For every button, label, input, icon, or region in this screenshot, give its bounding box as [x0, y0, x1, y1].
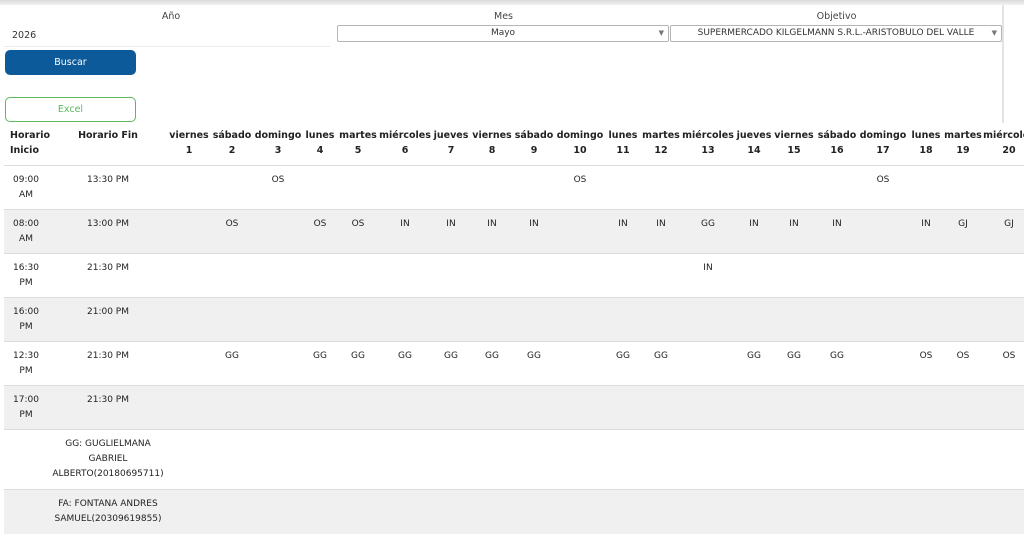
shift-cell: IN: [789, 219, 799, 229]
shift-cell: IN: [400, 219, 410, 229]
shift-cell: OS: [313, 219, 327, 229]
shift-cell: IN: [832, 219, 842, 229]
end-time-cell: 21:30 PM: [87, 263, 129, 273]
legend-line: FA: FONTANA ANDRES: [58, 499, 158, 509]
shift-cell: IN: [487, 219, 497, 229]
start-time-value: 12:30: [13, 351, 39, 361]
start-time-period: PM: [19, 278, 33, 288]
year-input[interactable]: [4, 25, 330, 47]
shift-cell: GG: [830, 351, 844, 361]
start-time-value: 08:00: [13, 219, 39, 229]
start-time-period: PM: [19, 366, 33, 376]
table-row: 17:00 PM 21:30 PM: [4, 385, 1024, 429]
shift-cell: GG: [527, 351, 541, 361]
shift-cell: GG: [787, 351, 801, 361]
table-body: 09:00 AM 13:30 PM OS OS OS 08:00 AM 13:00 PM OS OS…: [4, 165, 1024, 534]
legend-row: GG: GUGLIELMANA GABRIEL ALBERTO(2018069571…: [4, 429, 1024, 489]
end-time-cell: 13:00 PM: [87, 219, 129, 229]
shift-cell: GG: [225, 351, 239, 361]
start-time-cell: 08:00 AM: [8, 217, 44, 247]
legend-line: GG: GUGLIELMANA: [65, 439, 151, 449]
shift-cell: GG: [351, 351, 365, 361]
shift-cell: GG: [313, 351, 327, 361]
start-time-value: 16:00: [13, 307, 39, 317]
start-time-cell: 09:00 AM: [8, 173, 44, 203]
end-time-cell: 21:30 PM: [87, 395, 129, 405]
excel-button[interactable]: Excel: [5, 97, 136, 122]
start-time-value: 17:00: [13, 395, 39, 405]
shift-cell: OS: [271, 175, 285, 185]
buscar-button[interactable]: Buscar: [5, 50, 136, 75]
legend-entry: FA: FONTANA ANDRES SAMUEL(20309619855): [52, 497, 164, 527]
table-row: 09:00 AM 13:30 PM OS OS OS: [4, 165, 1024, 209]
objective-select[interactable]: SUPERMERCADO KILGELMANN S.R.L.-ARISTOBUL…: [670, 25, 1002, 42]
shift-cell: OS: [876, 175, 890, 185]
start-time-cell: 12:30 PM: [8, 349, 44, 379]
shift-cell: GG: [654, 351, 668, 361]
top-shadow: [0, 0, 1024, 5]
shift-cell: GG: [701, 219, 715, 229]
legend-line: GABRIEL: [88, 454, 128, 464]
shift-cell: IN: [618, 219, 628, 229]
shift-cell: GG: [747, 351, 761, 361]
header-end-time: Horario Fin: [78, 130, 138, 141]
legend-entry: GG: GUGLIELMANA GABRIEL ALBERTO(2018069571…: [52, 437, 164, 482]
start-time-period: PM: [19, 410, 33, 420]
legend-row: FA: FONTANA ANDRES SAMUEL(20309619855): [4, 489, 1024, 534]
shift-cell: OS: [573, 175, 587, 185]
shift-cell: OS: [919, 351, 933, 361]
month-select[interactable]: Mayo ▼: [337, 25, 669, 42]
table-row: 16:00 PM 21:00 PM: [4, 297, 1024, 341]
start-time-value: 09:00: [13, 175, 39, 185]
objective-label: Objetivo: [816, 11, 857, 22]
objective-select-value: SUPERMERCADO KILGELMANN S.R.L.-ARISTOBUL…: [697, 28, 975, 38]
end-time-cell: 21:30 PM: [87, 351, 129, 361]
chevron-down-icon: ▼: [991, 29, 997, 37]
start-time-cell: 16:30 PM: [8, 261, 44, 291]
shift-cell: GG: [398, 351, 412, 361]
shift-cell: IN: [656, 219, 666, 229]
month-select-value: Mayo: [490, 28, 516, 38]
day-header: miércoles 20: [969, 128, 1024, 158]
shift-cell: GJ: [1004, 219, 1014, 229]
shift-cell: OS: [351, 219, 365, 229]
shift-cell: IN: [749, 219, 759, 229]
table-header: Horario Inicio Horario Fin viernes 1 sábad…: [4, 124, 1024, 165]
start-time-cell: 17:00 PM: [8, 393, 44, 423]
shift-cell: GG: [485, 351, 499, 361]
start-time-period: AM: [19, 234, 33, 244]
shift-cell: IN: [529, 219, 539, 229]
shift-cell: IN: [446, 219, 456, 229]
table-row: 12:30 PM 21:30 PM GG GG GG GG GG GG GG GG GG GG GG GG O…: [4, 341, 1024, 385]
end-time-cell: 13:30 PM: [87, 175, 129, 185]
start-time-period: PM: [19, 322, 33, 332]
year-label: Año: [161, 11, 181, 22]
shift-cell: GG: [444, 351, 458, 361]
table-row: 16:30 PM 21:30 PM IN: [4, 253, 1024, 297]
chevron-down-icon: ▼: [658, 29, 664, 37]
start-time-period: AM: [19, 190, 33, 200]
shift-cell: OS: [225, 219, 239, 229]
shift-cell: OS: [956, 351, 970, 361]
start-time-value: 16:30: [13, 263, 39, 273]
shift-cell: IN: [921, 219, 931, 229]
header-start-line1: Horario: [10, 130, 51, 141]
legend-line: ALBERTO(20180695711): [52, 469, 164, 479]
header-start-line2: Inicio: [10, 145, 39, 156]
start-time-cell: 16:00 PM: [8, 305, 44, 335]
month-label: Mes: [494, 11, 513, 22]
shift-cell: GG: [616, 351, 630, 361]
day-number: 20: [1002, 145, 1016, 156]
shift-cell: IN: [703, 263, 713, 273]
header-start-time: Horario Inicio: [10, 128, 50, 158]
legend-line: SAMUEL(20309619855): [54, 514, 162, 524]
day-name: miércoles: [983, 130, 1024, 141]
shift-cell: GJ: [958, 219, 968, 229]
table-row: 08:00 AM 13:00 PM OS OS OS IN IN IN IN IN IN GG IN IN I…: [4, 209, 1024, 253]
shift-cell: OS: [1002, 351, 1016, 361]
schedule-table: Horario Inicio Horario Fin viernes 1 sábad…: [4, 124, 1024, 534]
panel-edge: [1002, 5, 1004, 123]
end-time-cell: 21:00 PM: [87, 307, 129, 317]
